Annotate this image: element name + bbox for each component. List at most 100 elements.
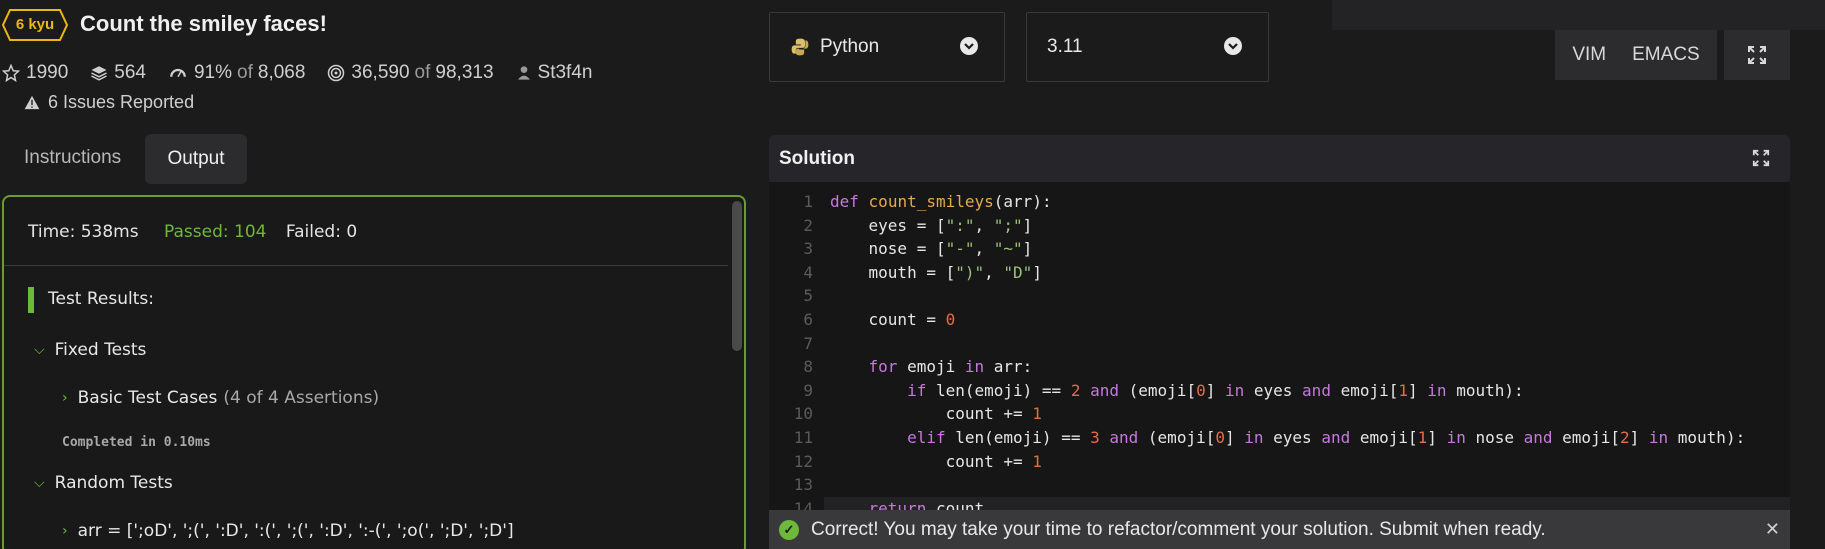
attempts-count: 98,313 — [435, 62, 494, 83]
expand-icon[interactable] — [1752, 149, 1770, 167]
user-icon — [517, 66, 530, 80]
completed-count: 36,590 — [351, 62, 410, 83]
test-results-marker — [28, 287, 34, 313]
line-number: 3 — [803, 239, 813, 259]
line-number: 8 — [803, 357, 813, 377]
star-icon — [2, 64, 20, 82]
layers-icon — [91, 66, 108, 81]
line-number: 9 — [803, 380, 813, 400]
line-number: 10 — [793, 404, 813, 424]
kata-stats: 1990 564 91% of 8,068 36,590 of 98,313 S… — [2, 62, 614, 84]
completed-of-label: of — [414, 62, 431, 83]
code-line: mouth = [")", "D"] — [830, 262, 1042, 282]
code-line: count += 1 — [830, 451, 1042, 471]
version-select[interactable]: 3.11 — [1026, 12, 1269, 82]
output-panel: Time: 538ms Passed: 104 Failed: 0 Test R… — [2, 195, 746, 549]
rank-label: 6 kyu — [15, 16, 55, 33]
close-icon[interactable]: ✕ — [1765, 519, 1780, 540]
satisfaction-votes: 8,068 — [257, 62, 306, 83]
author-stat[interactable]: St3f4n — [516, 62, 593, 84]
random-test-case[interactable]: › arr = [';oD', ';(', ':D', ':(', ';(', … — [62, 521, 514, 541]
language-value: Python — [820, 36, 880, 57]
tab-output[interactable]: Output — [145, 134, 247, 184]
python-icon — [791, 38, 809, 56]
target-icon — [328, 64, 345, 82]
fixed-tests-label: Fixed Tests — [54, 340, 147, 360]
success-toast: ✓ Correct! You may take your time to ref… — [769, 510, 1790, 549]
line-number: 1 — [803, 192, 813, 211]
completed-stat: 36,590 of 98,313 — [327, 62, 494, 84]
line-number: 6 — [803, 309, 813, 329]
top-toolbar-strip — [1332, 0, 1825, 30]
language-select[interactable]: Python — [769, 12, 1005, 82]
line-number: 5 — [803, 286, 813, 306]
code-lines: def count_smileys(arr): eyes = [":", ";"… — [830, 190, 1745, 520]
editor-mode-group: VIM EMACS — [1555, 30, 1717, 80]
rank-badge: 6 kyu — [2, 9, 68, 41]
chevron-down-icon: ⌵ — [34, 475, 45, 491]
satisfaction-of-label: of — [237, 62, 253, 83]
code-line: for emoji in arr: — [868, 357, 1033, 377]
solution-label: Solution — [779, 148, 855, 169]
stars-count: 1990 — [26, 62, 69, 83]
failed-count: Failed: 0 — [285, 222, 358, 242]
tab-instructions[interactable]: Instructions — [24, 147, 121, 169]
issues-label: 6 Issues Reported — [48, 92, 195, 112]
code-line: eyes = [":", ";"] — [830, 215, 1033, 235]
author-name: St3f4n — [537, 62, 593, 83]
line-number: 13 — [793, 475, 813, 495]
collections-count: 564 — [114, 62, 146, 83]
collections-stat[interactable]: 564 — [90, 62, 146, 84]
kata-title[interactable]: Count the smiley faces! — [80, 11, 327, 37]
line-number: 12 — [793, 451, 813, 471]
output-scrollbar[interactable] — [732, 201, 742, 351]
divider — [4, 265, 728, 266]
warning-icon — [24, 95, 40, 110]
line-number: 7 — [803, 333, 813, 353]
solution-header: Solution — [769, 135, 1790, 182]
completed-time: Completed in 0.10ms — [62, 435, 211, 450]
passed-count: Passed: 104 — [164, 222, 267, 242]
emacs-button[interactable]: EMACS — [1632, 44, 1700, 66]
random-tests-label: Random Tests — [54, 473, 173, 493]
code-line: count += 1 — [830, 404, 1042, 424]
run-summary: Time: 538ms Passed: 104 Failed: 0 — [28, 222, 357, 242]
code-editor[interactable]: 1 2 3 4 5 6 7 8 9 10 11 12 13 14 def cou… — [769, 182, 1790, 549]
expand-icon — [1748, 46, 1766, 64]
line-number-gutter: 1 2 3 4 5 6 7 8 9 10 11 12 13 14 — [769, 190, 813, 520]
satisfaction-percent: 91% — [193, 62, 233, 83]
chevron-right-icon: › — [62, 523, 68, 539]
code-line: nose = ["-", "~"] — [830, 239, 1033, 259]
satisfaction-stat: 91% of 8,068 — [168, 62, 305, 84]
random-tests-group[interactable]: ⌵ Random Tests — [34, 473, 173, 493]
basic-test-cases-group[interactable]: › Basic Test Cases (4 of 4 Assertions) — [62, 388, 379, 408]
code-line: elif len(emoji) == 3 and (emoji[0] in ey… — [907, 427, 1746, 447]
run-time: Time: 538ms — [28, 222, 139, 242]
check-circle-icon: ✓ — [779, 520, 799, 540]
vim-button[interactable]: VIM — [1572, 44, 1606, 66]
code-line: def count_smileys(arr): — [830, 192, 1052, 211]
version-value: 3.11 — [1047, 36, 1083, 57]
random-test-case-label: arr = [';oD', ';(', ':D', ':(', ';(', ':… — [77, 521, 514, 541]
chevron-right-icon: › — [62, 390, 68, 406]
chevron-down-icon: ⌵ — [34, 342, 45, 358]
line-number: 4 — [803, 262, 813, 282]
issues-link[interactable]: 6 Issues Reported — [24, 92, 194, 113]
gauge-icon — [170, 68, 186, 78]
basic-test-cases-label: Basic Test Cases — [77, 388, 218, 408]
chevron-down-icon — [960, 37, 978, 55]
test-results-heading: Test Results: — [48, 289, 154, 309]
stars-stat[interactable]: 1990 — [2, 62, 68, 84]
fixed-tests-group[interactable]: ⌵ Fixed Tests — [34, 340, 146, 360]
code-line: count = 0 — [830, 309, 956, 329]
line-number: 2 — [803, 215, 813, 235]
code-line: if len(emoji) == 2 and (emoji[0] in eyes… — [907, 380, 1524, 400]
fullscreen-button[interactable] — [1724, 30, 1790, 80]
chevron-down-icon — [1224, 37, 1242, 55]
basic-assertions: (4 of 4 Assertions) — [223, 388, 380, 408]
toast-message: Correct! You may take your time to refac… — [811, 519, 1546, 540]
line-number: 11 — [793, 427, 813, 447]
